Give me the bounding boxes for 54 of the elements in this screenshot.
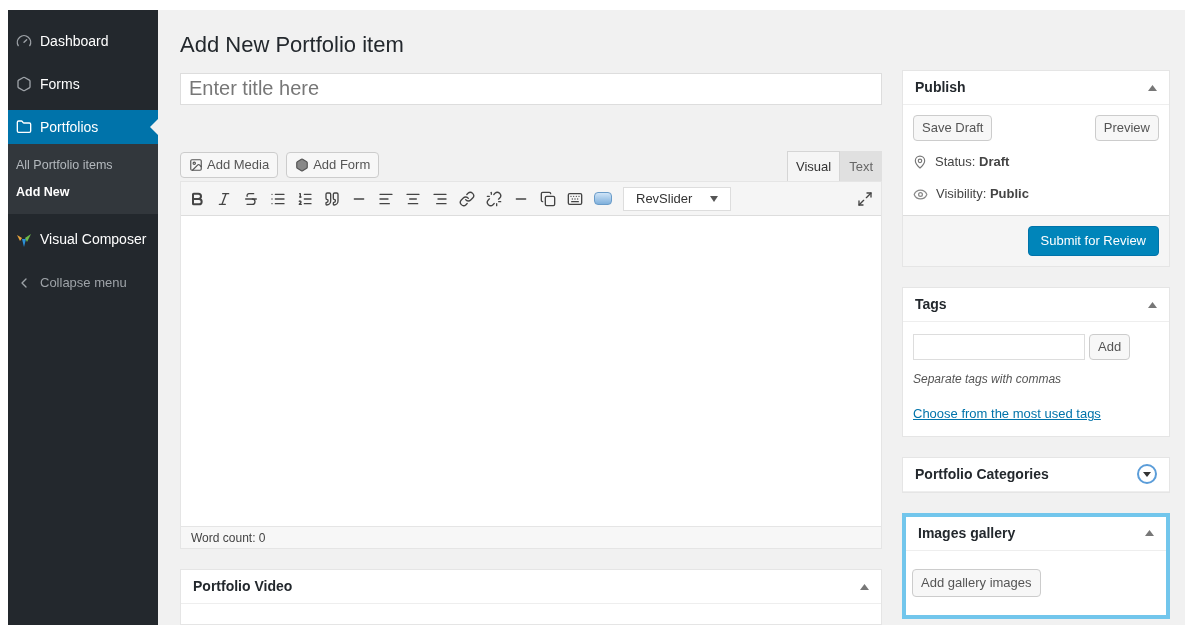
- word-count: Word count: 0: [191, 529, 266, 547]
- paste-icon[interactable]: [540, 190, 556, 207]
- menu-item[interactable]: Portfolios: [8, 110, 158, 144]
- menu-item[interactable]: Forms: [8, 67, 158, 101]
- page-title: Add New Portfolio item: [180, 31, 405, 59]
- editor-tab[interactable]: Visual: [786, 151, 841, 181]
- title-field[interactable]: Enter title here: [180, 73, 882, 105]
- box-title: Tags: [915, 295, 947, 314]
- format-dropdown[interactable]: RevSlider: [623, 186, 731, 211]
- caret-icon: [710, 195, 718, 202]
- save-draft-button[interactable]: Save Draft: [913, 115, 993, 141]
- strikethrough-icon[interactable]: [243, 190, 259, 207]
- submenu-item[interactable]: Add New: [8, 178, 158, 206]
- preview-button[interactable]: Preview: [1094, 115, 1159, 141]
- menu-item[interactable]: Visual Composer: [8, 222, 158, 257]
- box-title: Portfolio Video: [193, 577, 293, 596]
- composer-icon: [16, 231, 32, 248]
- collapse-arrow-icon[interactable]: [1148, 84, 1157, 91]
- numbered-list-icon[interactable]: [297, 190, 313, 207]
- menu-item[interactable]: Collapse menu: [8, 265, 158, 300]
- bold-icon[interactable]: [189, 190, 205, 207]
- collapse-arrow-icon[interactable]: [860, 583, 869, 590]
- editor-button[interactable]: Add Form: [286, 152, 380, 178]
- status-text: Status: Draft: [935, 153, 1010, 172]
- link-icon[interactable]: [459, 190, 475, 207]
- hexagon-icon: [295, 158, 310, 172]
- add-gallery-images-button[interactable]: Add gallery images: [912, 568, 1041, 597]
- toggle-icon[interactable]: [1137, 464, 1157, 484]
- pin-icon: [913, 155, 927, 169]
- menu-item[interactable]: Dashboard: [8, 24, 158, 58]
- tag-input-field[interactable]: [913, 334, 1085, 360]
- collapse-arrow-icon[interactable]: [1145, 530, 1154, 536]
- fullscreen-icon[interactable]: [857, 190, 873, 207]
- tags-hint: Separate tags with commas: [913, 371, 1063, 388]
- most-used-tags-link[interactable]: Choose from the most used tags: [913, 404, 1159, 424]
- dashboard-icon: [16, 33, 32, 49]
- box-title: Portfolio Categories: [915, 464, 1049, 484]
- box-title: Publish: [915, 78, 966, 97]
- keyboard-icon[interactable]: [567, 190, 583, 207]
- editor-button[interactable]: Add Media: [180, 152, 279, 178]
- quote-icon[interactable]: [324, 190, 340, 207]
- media-icon: [189, 158, 203, 172]
- eye-icon: [913, 186, 928, 202]
- folder-icon: [16, 119, 32, 135]
- unlink-icon[interactable]: [486, 190, 502, 207]
- visibility-text: Visibility: Public: [936, 185, 1029, 204]
- box-title: Images gallery: [918, 523, 1016, 543]
- collapse-arrow-icon[interactable]: [1148, 301, 1157, 308]
- editor-tab[interactable]: Text: [840, 151, 882, 181]
- italic-icon[interactable]: [216, 190, 232, 207]
- submenu-item[interactable]: All Portfolio items: [8, 152, 158, 179]
- submit-for-review-button[interactable]: Submit for Review: [1027, 226, 1159, 256]
- add-tag-button[interactable]: Add: [1089, 334, 1131, 360]
- hexagon-icon: [16, 76, 32, 92]
